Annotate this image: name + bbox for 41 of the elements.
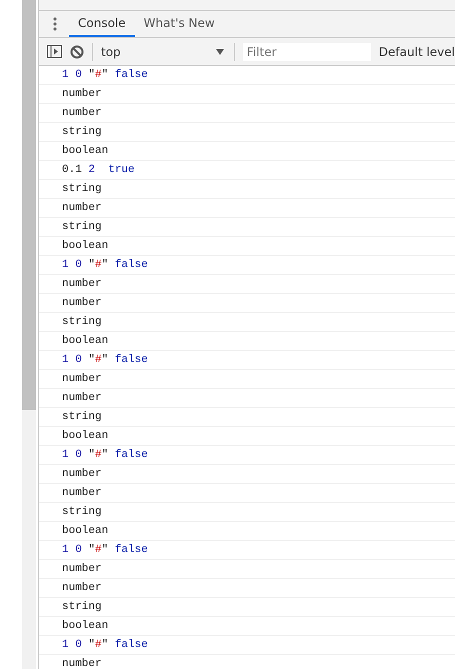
- console-message: string: [62, 411, 102, 423]
- console-message: number: [62, 582, 102, 594]
- console-message: number: [62, 658, 102, 669]
- console-message: string: [62, 126, 102, 138]
- console-message: 1 0 "#" false: [62, 354, 148, 366]
- tab[interactable]: What's New: [134, 11, 224, 37]
- context-selector[interactable]: top: [101, 44, 226, 58]
- console-message: string: [62, 506, 102, 518]
- console-message: string: [62, 601, 102, 613]
- filter-field[interactable]: Filter: [242, 42, 371, 60]
- console-message: string: [62, 183, 102, 195]
- caret-icon: [216, 48, 224, 54]
- console-message: number: [62, 487, 102, 499]
- console-message: number: [62, 392, 102, 404]
- clear-console-icon[interactable]: [70, 44, 84, 58]
- console-message: number: [62, 202, 102, 214]
- scrollbar-thumb[interactable]: [22, 0, 36, 410]
- console-message: 1 0 "#" false: [62, 639, 148, 651]
- console-message: 0.1 2 true: [62, 164, 135, 176]
- more-menu-icon[interactable]: [53, 17, 57, 31]
- console-message: string: [62, 221, 102, 233]
- console-message: 1 0 "#" false: [62, 449, 148, 461]
- console-message: string: [62, 316, 102, 328]
- console-message: boolean: [62, 335, 108, 347]
- console-message: number: [62, 563, 102, 575]
- console-message: number: [62, 278, 102, 290]
- console-message: number: [62, 107, 102, 119]
- console-message: number: [62, 373, 102, 385]
- console-message: boolean: [62, 240, 108, 252]
- log-levels-dropdown[interactable]: Default level: [378, 44, 455, 58]
- console-message: boolean: [62, 430, 108, 442]
- console-message: boolean: [62, 145, 108, 157]
- console-message: number: [62, 297, 102, 309]
- console-message: 1 0 "#" false: [62, 259, 148, 271]
- console-message: 1 0 "#" false: [62, 69, 148, 81]
- console-message: boolean: [62, 620, 108, 632]
- sidebar-toggle-icon[interactable]: [47, 45, 62, 58]
- console-message: boolean: [62, 525, 108, 537]
- console-message: number: [62, 468, 102, 480]
- console-message: 1 0 "#" false: [62, 544, 148, 556]
- console-message: number: [62, 88, 102, 100]
